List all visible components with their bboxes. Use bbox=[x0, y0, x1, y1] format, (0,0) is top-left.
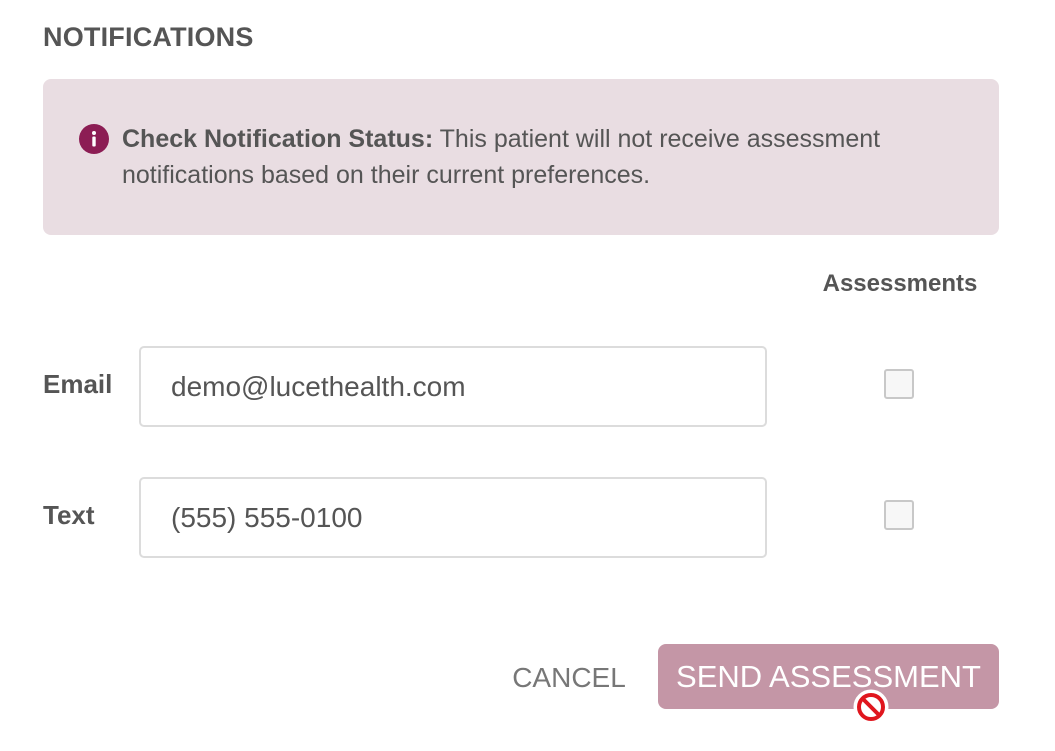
not-allowed-icon bbox=[853, 689, 889, 725]
phone-field[interactable] bbox=[139, 477, 767, 558]
send-assessment-button[interactable]: SEND ASSESSMENT bbox=[658, 644, 999, 709]
text-label: Text bbox=[43, 500, 95, 530]
alert-heading: Check Notification Status: bbox=[122, 125, 434, 153]
section-title: NOTIFICATIONS bbox=[43, 22, 254, 52]
info-icon bbox=[79, 124, 109, 154]
email-label: Email bbox=[43, 369, 113, 399]
notification-status-alert: Check Notification Status: This patient … bbox=[43, 79, 999, 235]
email-field[interactable] bbox=[139, 346, 767, 427]
text-assessments-checkbox[interactable] bbox=[884, 500, 914, 530]
assessments-column-header: Assessments bbox=[822, 270, 978, 297]
alert-text: Check Notification Status: This patient … bbox=[122, 121, 942, 193]
cancel-button[interactable]: CANCEL bbox=[500, 648, 638, 708]
notifications-panel: NOTIFICATIONS Check Notification Status:… bbox=[0, 0, 1055, 751]
email-assessments-checkbox[interactable] bbox=[884, 369, 914, 399]
